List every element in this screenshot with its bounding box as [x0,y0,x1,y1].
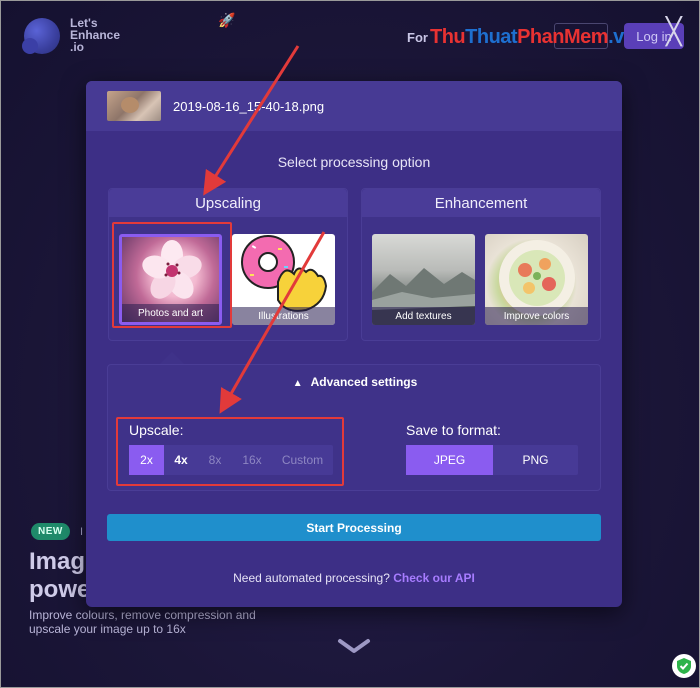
check-api-link[interactable]: Check our API [393,571,475,585]
option-label: Improve colors [485,307,588,325]
processing-modal: 2019-08-16_15-40-18.png Select processin… [86,81,622,607]
hero-subtitle: Improve colours, remove compression and … [29,608,256,636]
format-option-jpeg[interactable]: JPEG [406,445,493,475]
upscaling-title: Upscaling [109,189,347,217]
option-improve-colors[interactable]: Improve colors [485,234,588,325]
image-thumbnail [107,91,161,121]
file-name: 2019-08-16_15-40-18.png [173,98,325,114]
api-prompt: Need automated processing? Check our API [233,571,475,585]
advanced-settings-toggle[interactable]: ▲ Advanced settings [108,375,602,389]
option-add-textures[interactable]: Add textures [372,234,475,325]
shield-check-icon[interactable] [672,654,696,678]
option-label: Add textures [372,307,475,325]
select-option-title: Select processing option [277,154,431,170]
option-illustrations[interactable]: Illustrations [232,234,335,325]
advanced-settings-pointer [160,352,184,364]
highlight-upscale-options [116,417,344,486]
rocket-icon: 🚀 [218,12,236,28]
format-selector: JPEG PNG [406,445,578,475]
highlight-photos-and-art [112,222,232,328]
start-processing-button[interactable]: Start Processing [107,514,601,541]
logo-text[interactable]: Let's Enhance .io [70,17,140,53]
nav-for-label[interactable]: For [407,30,428,45]
watermark: ThuThuatPhanMem.vn [430,26,636,48]
hero-title: Imag powe [29,548,91,603]
format-option-png[interactable]: PNG [493,445,578,475]
chevron-up-icon: ▲ [292,378,303,389]
logo-icon-accent [22,38,38,54]
new-badge-text: I [80,526,84,538]
option-label: Illustrations [232,307,335,325]
modal-header: 2019-08-16_15-40-18.png [86,81,622,131]
enhancement-title: Enhancement [362,189,600,217]
close-icon[interactable]: ╳ [666,18,682,44]
enhancement-panel: Enhancement Add textures Improve colors [361,188,601,341]
new-badge: NEW [31,523,70,540]
format-label: Save to format: [406,422,501,438]
chevron-down-icon[interactable] [337,636,371,656]
